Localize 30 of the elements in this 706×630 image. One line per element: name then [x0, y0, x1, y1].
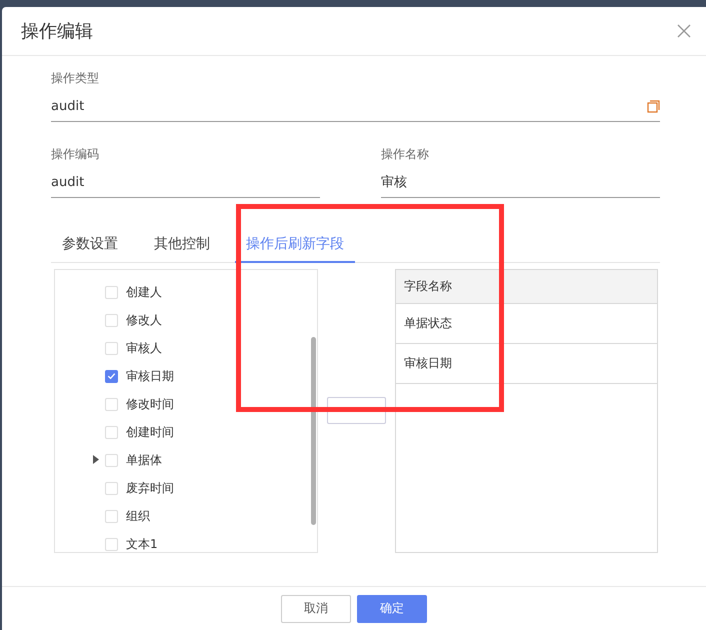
field-label: 操作名称: [381, 146, 430, 163]
input-field[interactable]: audit: [51, 91, 660, 122]
input-field[interactable]: 审核: [381, 167, 660, 198]
close-icon[interactable]: [677, 24, 691, 38]
checkbox[interactable]: [105, 370, 118, 382]
tree-item-label[interactable]: 审核日期: [126, 368, 174, 384]
column-header: 字段名称: [396, 270, 657, 304]
input-field[interactable]: audit: [51, 167, 320, 198]
tree-item-label[interactable]: 组织: [126, 508, 150, 524]
tree-item-label[interactable]: 修改时间: [126, 396, 174, 412]
table-cell: 审核日期: [404, 355, 452, 372]
tab[interactable]: 参数设置: [51, 229, 129, 262]
tab[interactable]: 其他控制: [143, 229, 221, 262]
tree-item-label[interactable]: 创建时间: [126, 424, 174, 440]
confirm-button[interactable]: 确定: [357, 594, 427, 622]
dialog-title: 操作编辑: [21, 20, 93, 43]
scrollbar-thumb[interactable]: [311, 337, 316, 525]
field-label: 操作类型: [51, 70, 100, 87]
cancel-button[interactable]: 取消: [281, 594, 351, 622]
copy-icon[interactable]: [647, 100, 660, 112]
tree-item-label[interactable]: 创建人: [126, 284, 162, 300]
field-label: 操作编码: [51, 146, 100, 163]
table-cell: 单据状态: [404, 315, 452, 332]
tree-item-label[interactable]: 单据体: [126, 452, 162, 468]
tree-item-label[interactable]: 废弃时间: [126, 480, 174, 496]
expand-arrow-icon[interactable]: [93, 455, 99, 464]
tab[interactable]: 操作后刷新字段: [235, 229, 355, 263]
tree-item-label[interactable]: 文本1: [126, 536, 158, 552]
tree-item-label[interactable]: 修改人: [126, 312, 162, 328]
tree-item-label[interactable]: 审核人: [126, 340, 162, 356]
